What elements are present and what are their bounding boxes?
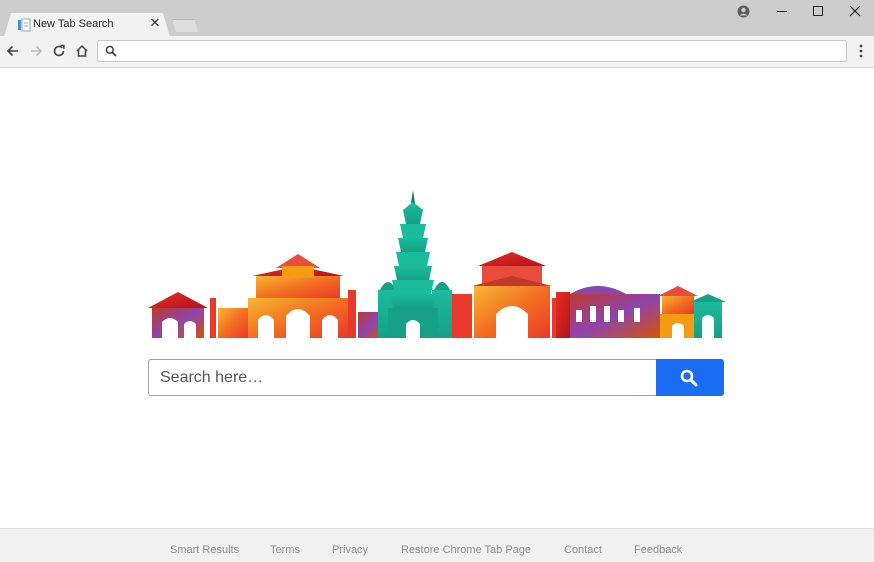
page-footer: Smart Results Terms Privacy Restore Chro… (0, 528, 874, 562)
profile-button[interactable] (726, 0, 762, 22)
central-temple-shape (452, 252, 562, 338)
page-favicon-icon (18, 18, 31, 32)
browser-title-bar: New Tab Search ✕ (0, 0, 874, 37)
city-skyline-illustration (148, 190, 726, 338)
profile-icon (737, 5, 750, 18)
browser-toolbar (0, 36, 874, 68)
search-input[interactable] (148, 359, 656, 396)
footer-link-terms[interactable]: Terms (270, 544, 300, 556)
search-box (148, 359, 724, 396)
browser-tab-active[interactable]: New Tab Search ✕ (4, 13, 170, 37)
minimize-icon (777, 11, 787, 12)
reload-icon[interactable] (51, 43, 67, 59)
close-window-button[interactable] (838, 0, 874, 22)
address-input[interactable] (122, 43, 832, 59)
pagoda-shape (388, 190, 438, 338)
footer-link-restore-chrome-tab-page[interactable]: Restore Chrome Tab Page (401, 544, 531, 556)
maximize-button[interactable] (801, 0, 837, 22)
close-icon[interactable]: ✕ (149, 16, 161, 29)
footer-link-feedback[interactable]: Feedback (634, 544, 682, 556)
search-icon (105, 45, 117, 57)
address-bar[interactable] (97, 40, 847, 62)
search-button[interactable] (656, 359, 724, 396)
back-icon[interactable] (5, 43, 21, 59)
colonial-building-shape (556, 286, 660, 338)
footer-link-smart-results[interactable]: Smart Results (170, 544, 239, 556)
tab-title: New Tab Search (33, 18, 114, 30)
search-icon (680, 369, 698, 387)
minimize-button[interactable] (765, 0, 801, 22)
footer-link-privacy[interactable]: Privacy (332, 544, 368, 556)
maximize-icon (813, 6, 823, 16)
new-tab-button[interactable] (172, 19, 198, 32)
menu-icon[interactable] (854, 43, 868, 59)
forward-icon[interactable] (28, 43, 44, 59)
left-gate-shape (148, 292, 208, 338)
footer-link-contact[interactable]: Contact (564, 544, 602, 556)
left-gatehouse-shape (248, 254, 348, 338)
close-window-icon (849, 5, 861, 17)
right-temple-shape (658, 286, 726, 338)
home-icon[interactable] (74, 43, 90, 59)
